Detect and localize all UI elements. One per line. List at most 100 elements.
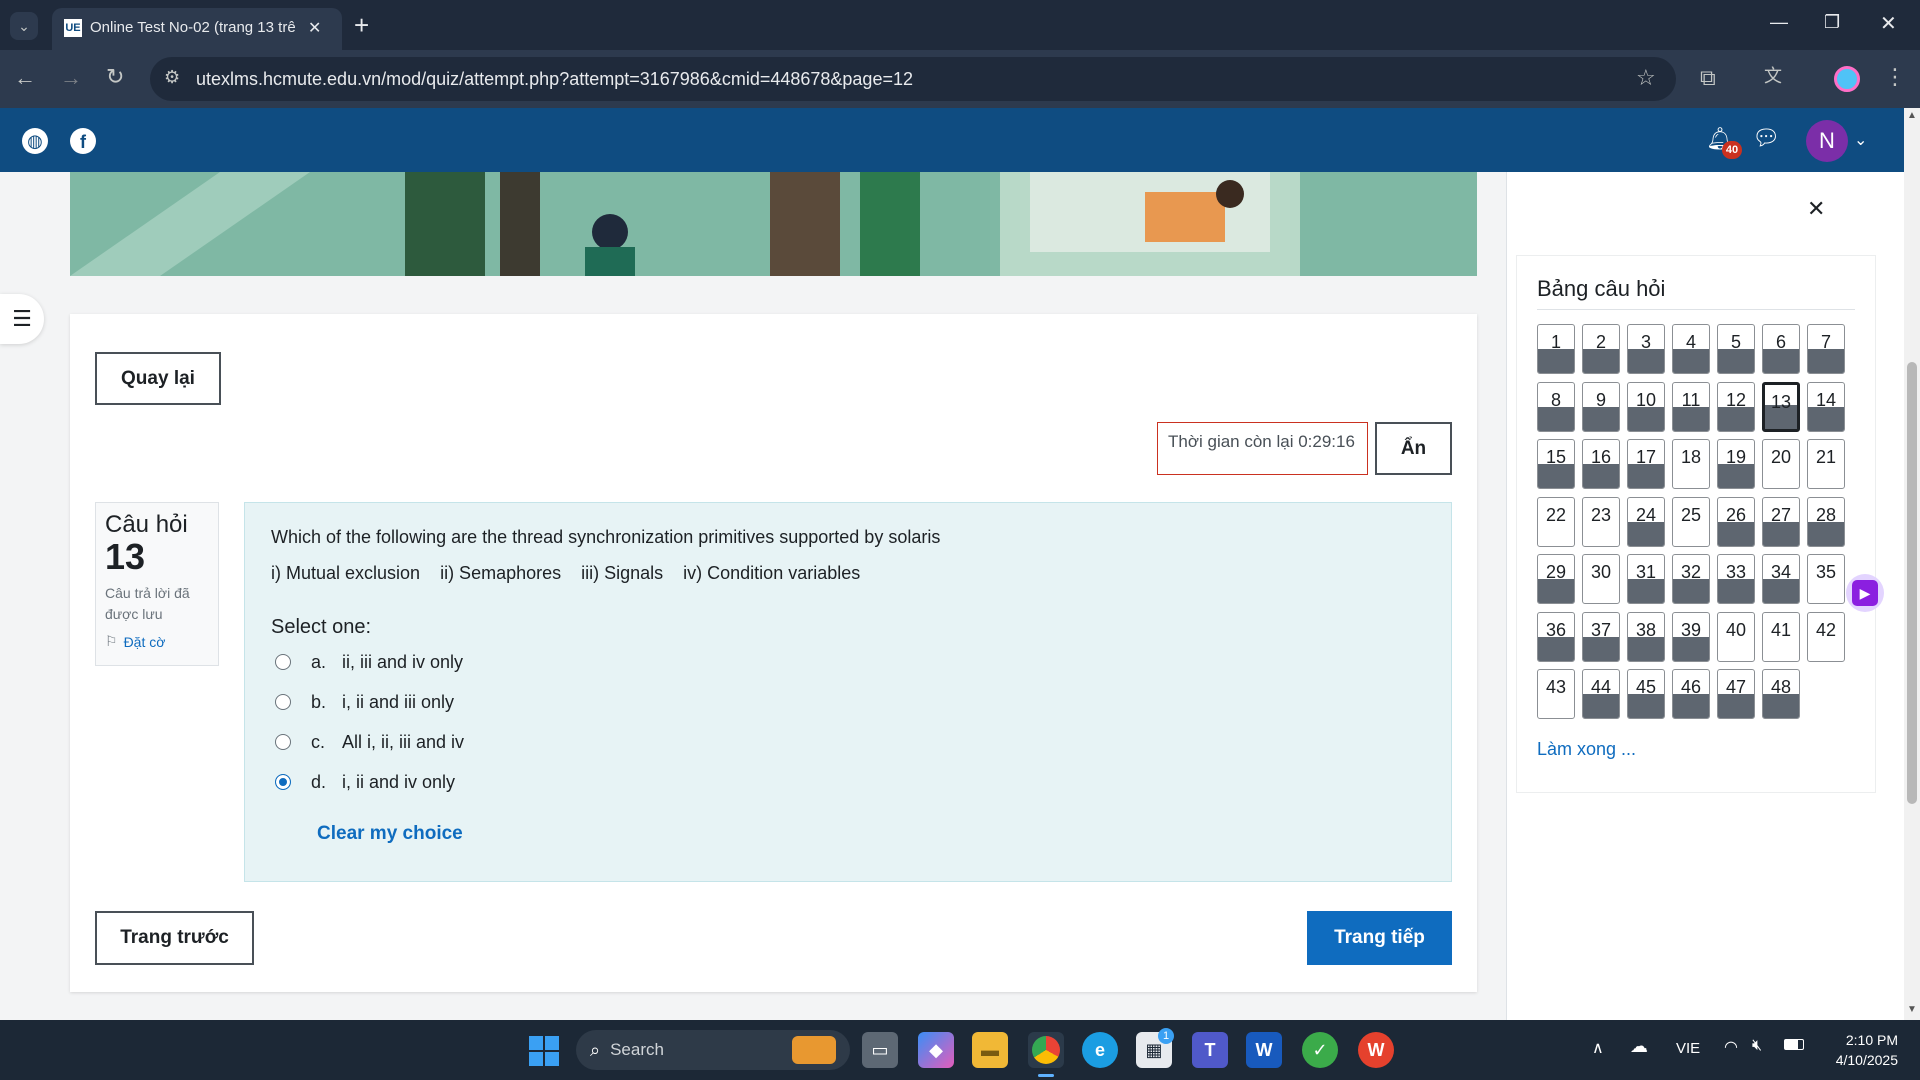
answer-option-c[interactable]: c. All i, ii, iii and iv xyxy=(275,728,464,756)
facebook-icon[interactable]: f xyxy=(70,128,96,154)
question-nav-button[interactable]: 27 xyxy=(1762,496,1800,547)
flag-question-link[interactable]: ⚐ Đặt cờ xyxy=(105,633,209,650)
profile-extension-icon[interactable] xyxy=(1834,66,1860,92)
question-nav-button[interactable]: 43 xyxy=(1537,669,1575,719)
question-nav-button[interactable]: 5 xyxy=(1717,324,1755,374)
reload-icon[interactable]: ↻ xyxy=(106,66,124,88)
question-nav-button[interactable]: 38 xyxy=(1627,611,1665,662)
question-nav-button[interactable]: 36 xyxy=(1537,611,1575,662)
language-indicator[interactable]: VIE xyxy=(1676,1040,1700,1057)
question-nav-button[interactable]: 22 xyxy=(1537,496,1575,547)
clock[interactable]: 2:10 PM 4/10/2025 xyxy=(1818,1030,1898,1070)
volume-muted-icon[interactable]: 🔇︎ xyxy=(1752,1037,1762,1055)
chrome-icon[interactable] xyxy=(1028,1032,1064,1068)
course-index-toggle[interactable]: ☰ xyxy=(0,294,44,344)
taskbar-search-box[interactable]: ⌕ Search xyxy=(576,1030,850,1070)
question-nav-button[interactable]: 44 xyxy=(1582,669,1620,719)
question-nav-button[interactable]: 13 xyxy=(1762,381,1800,432)
edge-icon[interactable]: e xyxy=(1082,1032,1118,1068)
translate-icon[interactable]: 文 xyxy=(1764,67,1782,85)
scroll-up-arrow[interactable]: ▲ xyxy=(1907,110,1917,121)
finish-attempt-link[interactable]: Làm xong ... xyxy=(1537,739,1636,760)
question-nav-button[interactable]: 46 xyxy=(1672,669,1710,719)
question-nav-button[interactable]: 23 xyxy=(1582,496,1620,547)
green-app-icon[interactable]: ✓ xyxy=(1302,1032,1338,1068)
back-button[interactable]: Quay lại xyxy=(95,352,221,405)
question-nav-button[interactable]: 2 xyxy=(1582,324,1620,374)
question-nav-button[interactable]: 31 xyxy=(1627,554,1665,604)
site-info-icon[interactable]: ⚙ xyxy=(164,68,180,86)
scroll-down-arrow[interactable]: ▼ xyxy=(1907,1004,1917,1015)
messages-icon[interactable]: 💬︎ xyxy=(1752,125,1780,151)
question-nav-button[interactable]: 21 xyxy=(1807,439,1845,489)
question-nav-button[interactable]: 45 xyxy=(1627,669,1665,719)
file-explorer-icon[interactable]: ▬ xyxy=(972,1032,1008,1068)
restore-button[interactable]: ❐ xyxy=(1824,12,1840,33)
previous-page-button[interactable]: Trang trước xyxy=(95,911,254,965)
question-nav-button[interactable]: 48 xyxy=(1762,669,1800,719)
teams-icon[interactable]: T xyxy=(1192,1032,1228,1068)
question-nav-button[interactable]: 7 xyxy=(1807,324,1845,374)
new-tab-button[interactable]: + xyxy=(354,10,369,41)
bookmark-star-icon[interactable]: ☆ xyxy=(1636,67,1656,89)
radio-d[interactable] xyxy=(275,774,291,790)
chevron-down-icon[interactable]: ⌄ xyxy=(1854,130,1867,150)
question-nav-button[interactable]: 42 xyxy=(1807,611,1845,662)
question-nav-button[interactable]: 15 xyxy=(1537,439,1575,489)
user-avatar[interactable]: N xyxy=(1806,120,1848,162)
wps-office-icon[interactable]: W xyxy=(1358,1032,1394,1068)
hide-timer-button[interactable]: Ẩn xyxy=(1375,422,1452,475)
answer-option-a[interactable]: a. ii, iii and iv only xyxy=(275,648,463,676)
close-window-button[interactable]: ✕ xyxy=(1880,11,1897,36)
question-nav-button[interactable]: 11 xyxy=(1672,381,1710,432)
question-nav-button[interactable]: 25 xyxy=(1672,496,1710,547)
question-nav-button[interactable]: 24 xyxy=(1627,496,1665,547)
menu-kebab-icon[interactable]: ⋮ xyxy=(1884,66,1906,88)
minimize-button[interactable]: — xyxy=(1770,12,1788,33)
answer-option-b[interactable]: b. i, ii and iii only xyxy=(275,688,454,716)
back-arrow-icon[interactable]: ← xyxy=(14,67,36,89)
address-bar[interactable]: ⚙ utexlms.hcmute.edu.vn/mod/quiz/attempt… xyxy=(150,57,1676,101)
question-nav-button[interactable]: 32 xyxy=(1672,554,1710,604)
clear-choice-link[interactable]: Clear my choice xyxy=(317,823,463,845)
wifi-icon[interactable]: ◠ xyxy=(1724,1037,1738,1057)
battery-icon[interactable] xyxy=(1784,1039,1804,1050)
question-nav-button[interactable]: 4 xyxy=(1672,324,1710,374)
extensions-icon[interactable]: ⧉ xyxy=(1700,67,1716,89)
question-nav-button[interactable]: 18 xyxy=(1672,439,1710,489)
question-nav-button[interactable]: 26 xyxy=(1717,496,1755,547)
question-nav-button[interactable]: 1 xyxy=(1537,324,1575,374)
task-view-icon[interactable]: ▭ xyxy=(862,1032,898,1068)
page-scrollbar[interactable]: ▲ ▼ xyxy=(1904,108,1920,1020)
next-page-button[interactable]: Trang tiếp xyxy=(1307,911,1452,965)
word-icon[interactable]: W xyxy=(1246,1032,1282,1068)
question-nav-button[interactable]: 19 xyxy=(1717,439,1755,489)
start-button[interactable] xyxy=(529,1036,559,1066)
radio-a[interactable] xyxy=(275,654,291,670)
floating-play-button[interactable]: ▶ xyxy=(1846,574,1884,612)
forward-arrow-icon[interactable]: → xyxy=(60,67,82,89)
question-nav-button[interactable]: 35 xyxy=(1807,554,1845,604)
question-nav-button[interactable]: 20 xyxy=(1762,439,1800,489)
question-nav-button[interactable]: 34 xyxy=(1762,554,1800,604)
question-nav-button[interactable]: 39 xyxy=(1672,611,1710,662)
question-nav-button[interactable]: 9 xyxy=(1582,381,1620,432)
question-nav-button[interactable]: 37 xyxy=(1582,611,1620,662)
question-nav-button[interactable]: 14 xyxy=(1807,381,1845,432)
question-nav-button[interactable]: 8 xyxy=(1537,381,1575,432)
radio-c[interactable] xyxy=(275,734,291,750)
question-nav-button[interactable]: 40 xyxy=(1717,611,1755,662)
question-nav-button[interactable]: 30 xyxy=(1582,554,1620,604)
onedrive-icon[interactable]: ☁ xyxy=(1630,1036,1648,1057)
close-drawer-icon[interactable]: ✕ xyxy=(1807,196,1825,222)
globe-icon[interactable]: ◍ xyxy=(22,128,48,154)
question-nav-button[interactable]: 41 xyxy=(1762,611,1800,662)
question-nav-button[interactable]: 3 xyxy=(1627,324,1665,374)
question-nav-button[interactable]: 33 xyxy=(1717,554,1755,604)
question-nav-button[interactable]: 29 xyxy=(1537,554,1575,604)
browser-tab-active[interactable]: UE Online Test No-02 (trang 13 trê ✕ xyxy=(52,8,342,50)
answer-option-d[interactable]: d. i, ii and iv only xyxy=(275,768,455,796)
scroll-thumb[interactable] xyxy=(1907,362,1917,804)
tab-close-icon[interactable]: ✕ xyxy=(308,18,321,38)
question-nav-button[interactable]: 6 xyxy=(1762,324,1800,374)
